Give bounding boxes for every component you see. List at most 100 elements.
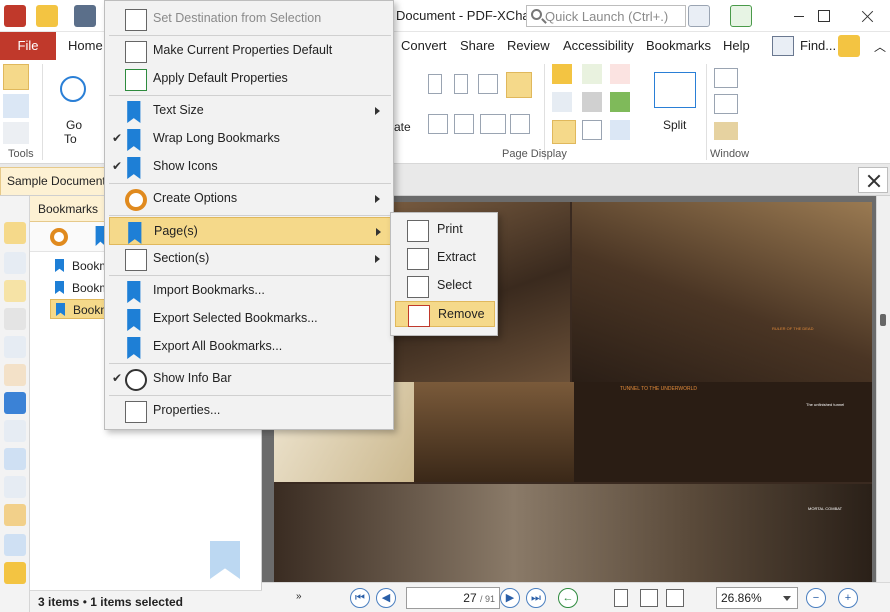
zoom-level-select[interactable]: 26.86% bbox=[716, 587, 798, 609]
fullscreen-icon[interactable] bbox=[730, 5, 752, 27]
menu-item-properties[interactable]: Properties... bbox=[109, 397, 391, 425]
tab-bookmarks[interactable]: Bookmarks bbox=[646, 38, 711, 53]
submenu-item-print[interactable]: Print bbox=[395, 217, 495, 243]
menu-item-import[interactable]: Import Bookmarks... bbox=[109, 277, 391, 305]
submenu-item-extract[interactable]: Extract bbox=[395, 245, 495, 271]
links-pane-icon[interactable] bbox=[4, 504, 26, 526]
tab-file[interactable]: File bbox=[0, 32, 56, 60]
ruler-icon[interactable] bbox=[552, 64, 572, 84]
menu-item-create-options[interactable]: Create Options bbox=[109, 185, 391, 213]
page-number-input[interactable]: 27 / 91 bbox=[406, 587, 500, 609]
guides-icon[interactable] bbox=[552, 92, 572, 112]
folder-search-icon[interactable] bbox=[838, 35, 860, 57]
scrollbar-thumb[interactable] bbox=[880, 314, 886, 326]
expand-toolbar-icon[interactable]: » bbox=[296, 591, 302, 602]
tab-review[interactable]: Review bbox=[507, 38, 550, 53]
tag-pane-icon[interactable] bbox=[4, 534, 26, 556]
menu-item-sections[interactable]: Section(s) bbox=[109, 245, 391, 273]
bookmark-options-gear-icon[interactable] bbox=[50, 228, 68, 246]
tab-convert[interactable]: Convert bbox=[401, 38, 447, 53]
layers-pane-icon[interactable] bbox=[4, 392, 26, 414]
menu-item-make-default[interactable]: Make Current Properties Default bbox=[109, 37, 391, 65]
select-text-icon[interactable] bbox=[3, 94, 29, 118]
find-label: Find... bbox=[800, 38, 837, 53]
properties-pane-icon[interactable] bbox=[4, 364, 26, 386]
magnet-icon[interactable] bbox=[610, 64, 630, 84]
menu-item-label: Create Options bbox=[153, 191, 238, 205]
submenu-item-remove[interactable]: Remove bbox=[395, 301, 495, 327]
continuous-facing-view-icon[interactable] bbox=[666, 589, 684, 607]
menu-item-wrap-long[interactable]: ✔ Wrap Long Bookmarks bbox=[109, 125, 391, 153]
facing-page-icon[interactable] bbox=[478, 74, 498, 94]
menu-item-pages[interactable]: Page(s) bbox=[109, 217, 391, 245]
coordinates-icon[interactable] bbox=[582, 120, 602, 140]
vertical-scrollbar[interactable] bbox=[876, 196, 890, 582]
last-page-button[interactable]: ⏭ bbox=[526, 588, 546, 608]
continuous-page-icon[interactable] bbox=[454, 74, 468, 94]
continuous-facing-icon[interactable] bbox=[506, 72, 532, 98]
close-document-button[interactable] bbox=[858, 167, 888, 193]
split-label[interactable]: Split bbox=[663, 118, 686, 132]
previous-page-button[interactable]: ◀ bbox=[376, 588, 396, 608]
page-numbers-icon[interactable] bbox=[480, 114, 506, 134]
menu-item-apply-default[interactable]: Apply Default Properties bbox=[109, 65, 391, 93]
close-window-button[interactable] bbox=[844, 0, 890, 32]
tab-help[interactable]: Help bbox=[723, 38, 750, 53]
snapshot-gear-icon[interactable] bbox=[3, 122, 29, 144]
tab-home[interactable]: Home bbox=[68, 38, 103, 53]
open-folder-icon[interactable] bbox=[36, 5, 58, 27]
destinations-pane-icon[interactable] bbox=[4, 448, 26, 470]
comments-pane-icon[interactable] bbox=[4, 280, 26, 302]
app-logo-icon[interactable] bbox=[4, 5, 26, 27]
transparency-icon[interactable] bbox=[610, 92, 630, 112]
hand-tool-icon[interactable] bbox=[3, 64, 29, 90]
submenu-arrow-icon bbox=[375, 195, 380, 203]
content-pane-icon[interactable] bbox=[4, 336, 26, 358]
remove-page-icon[interactable] bbox=[510, 114, 530, 134]
single-page-icon[interactable] bbox=[428, 74, 442, 94]
submenu-item-label: Extract bbox=[437, 250, 476, 264]
facing-view-icon[interactable] bbox=[640, 589, 658, 607]
tab-share[interactable]: Share bbox=[460, 38, 495, 53]
single-page-view-icon[interactable] bbox=[614, 589, 628, 607]
menu-item-export-all[interactable]: Export All Bookmarks... bbox=[109, 333, 391, 361]
document-tab[interactable]: Sample Document bbox=[0, 167, 106, 195]
first-page-button[interactable]: ⏮ bbox=[350, 588, 370, 608]
two-page-icon[interactable] bbox=[454, 114, 474, 134]
window-layout-icon-2[interactable] bbox=[714, 94, 738, 114]
next-page-button[interactable]: ▶ bbox=[500, 588, 520, 608]
order-pane-icon[interactable] bbox=[4, 562, 26, 584]
zoom-in-button[interactable]: + bbox=[838, 588, 858, 608]
maximize-button[interactable] bbox=[800, 0, 846, 32]
find-button[interactable]: Find... bbox=[772, 36, 836, 56]
back-view-button[interactable]: ← bbox=[558, 588, 578, 608]
menu-item-export-selected[interactable]: Export Selected Bookmarks... bbox=[109, 305, 391, 333]
save-icon[interactable] bbox=[74, 5, 96, 27]
cursor-icon[interactable] bbox=[552, 120, 576, 144]
cover-page-icon[interactable] bbox=[428, 114, 448, 134]
menu-item-show-icons[interactable]: ✔ Show Icons bbox=[109, 153, 391, 181]
split-icon[interactable] bbox=[654, 72, 696, 108]
measure-icon[interactable] bbox=[610, 120, 630, 140]
menu-item-show-info-bar[interactable]: ✔ Show Info Bar bbox=[109, 365, 391, 393]
window-title: Document - PDF-XCha... bbox=[396, 8, 541, 23]
customize-ui-icon[interactable] bbox=[688, 5, 710, 27]
menu-separator bbox=[109, 275, 391, 276]
menu-item-text-size[interactable]: Text Size bbox=[109, 97, 391, 125]
tab-accessibility[interactable]: Accessibility bbox=[563, 38, 634, 53]
tags-pane-icon[interactable] bbox=[4, 420, 26, 442]
grid-icon[interactable] bbox=[582, 92, 602, 112]
quick-launch-input[interactable]: Quick Launch (Ctrl+.) bbox=[526, 5, 686, 27]
zoom-out-button[interactable]: − bbox=[806, 588, 826, 608]
collapse-ribbon-icon[interactable]: ︿ bbox=[874, 38, 886, 55]
bookmarks-pane-icon[interactable] bbox=[4, 222, 26, 244]
window-layout-icon-1[interactable] bbox=[714, 68, 738, 88]
cross-icon[interactable] bbox=[582, 64, 602, 84]
window-layout-icon-3[interactable] bbox=[714, 122, 738, 140]
menu-item-label: Import Bookmarks... bbox=[153, 283, 265, 297]
goto-icon[interactable] bbox=[60, 76, 86, 102]
structure-pane-icon[interactable] bbox=[4, 476, 26, 498]
submenu-item-select[interactable]: Select bbox=[395, 273, 495, 299]
thumbnails-pane-icon[interactable] bbox=[4, 252, 26, 274]
attachments-pane-icon[interactable] bbox=[4, 308, 26, 330]
